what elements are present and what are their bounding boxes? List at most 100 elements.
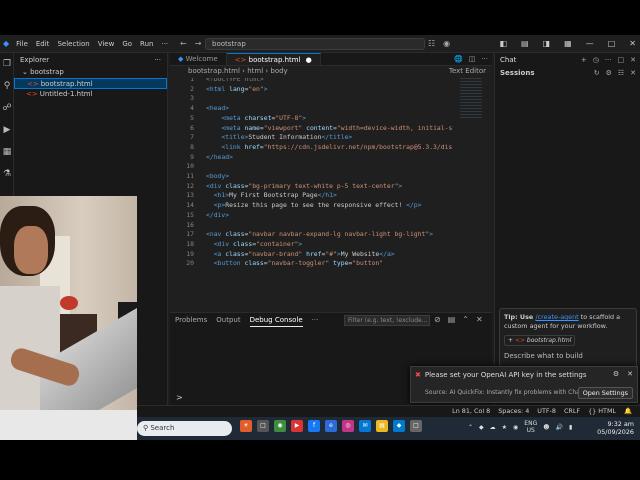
filter-icon[interactable]: ☷ xyxy=(618,67,624,79)
maximize-icon[interactable]: □ xyxy=(608,39,616,48)
tab-more[interactable]: ··· xyxy=(312,313,319,327)
console-prompt[interactable]: > xyxy=(176,393,183,402)
editor-mode-label[interactable]: Text Editor xyxy=(449,66,486,77)
code-line[interactable]: <div class="bg-primary text-white p-5 te… xyxy=(206,182,402,190)
code-line[interactable]: <title>Student Information</title> xyxy=(206,133,352,141)
breadcrumb-body[interactable]: body xyxy=(270,66,287,77)
indentation[interactable]: Spaces: 4 xyxy=(498,406,529,417)
code-line[interactable]: <nav class="navbar navbar-expand-lg navb… xyxy=(206,230,433,238)
code-line[interactable]: <body> xyxy=(206,172,229,180)
code-line[interactable]: <a class="navbar-brand" href="#">My Webs… xyxy=(206,250,395,258)
search-icon[interactable]: ⚲ xyxy=(0,75,14,97)
instagram-icon[interactable]: ◎ xyxy=(342,420,354,432)
encoding[interactable]: UTF-8 xyxy=(537,406,556,417)
refresh-icon[interactable]: ↻ xyxy=(594,67,600,79)
menu-view[interactable]: View xyxy=(94,40,119,48)
bluetooth-icon[interactable]: ★ xyxy=(502,424,507,431)
split-editor-icon[interactable]: ◫ xyxy=(469,53,476,65)
command-search[interactable]: bootstrap xyxy=(205,38,425,50)
menu-go[interactable]: Go xyxy=(118,40,136,48)
menu-file[interactable]: File xyxy=(12,40,32,48)
widgets-icon[interactable]: ☀ xyxy=(240,420,252,432)
maximize-icon[interactable]: □ xyxy=(618,53,625,67)
layout-panel-icon[interactable]: ▤ xyxy=(521,39,529,48)
layout-secondary-icon[interactable]: ◨ xyxy=(543,39,551,48)
customize-layout-icon[interactable]: ▦ xyxy=(564,39,572,48)
code-line[interactable]: <!DOCTYPE html> xyxy=(206,78,264,83)
color-icon[interactable]: ◉ xyxy=(513,424,518,431)
file-item[interactable]: <> bootstrap.html xyxy=(14,78,167,89)
globe-icon[interactable]: 🌐 xyxy=(454,53,463,65)
code-editor[interactable]: 1 <!DOCTYPE html> 2 <html lang="en"> 3 4 <head… xyxy=(170,78,492,311)
source-control-icon[interactable]: ☍ xyxy=(0,97,14,119)
close-icon[interactable]: ✕ xyxy=(630,53,636,67)
testing-icon[interactable]: ⚗ xyxy=(0,163,14,185)
code-line[interactable]: <html lang="en"> xyxy=(206,85,268,93)
tab-output[interactable]: Output xyxy=(216,313,240,327)
code-line[interactable]: <meta name="viewport" content="width=dev… xyxy=(206,124,452,132)
context-chip[interactable]: + <> bootstrap.html xyxy=(504,335,576,346)
onedrive-icon[interactable]: ☁ xyxy=(490,424,496,431)
line-ending[interactable]: CRLF xyxy=(564,406,580,417)
breadcrumb-file[interactable]: bootstrap.html xyxy=(188,66,240,77)
maximize-panel-icon[interactable]: ⌃ xyxy=(462,313,469,327)
dropbox-icon[interactable]: ◆ xyxy=(479,424,484,431)
code-line[interactable]: <head> xyxy=(206,104,229,112)
language-indicator[interactable]: ENG US xyxy=(524,420,537,434)
tab-bootstrap-html[interactable]: <> bootstrap.html ● xyxy=(226,53,321,65)
youtube-icon[interactable]: ▶ xyxy=(291,420,303,432)
edge-icon[interactable]: e xyxy=(325,420,337,432)
tab-welcome[interactable]: ◆ Welcome xyxy=(170,53,227,65)
battery-icon[interactable]: ▮ xyxy=(569,424,572,431)
menu-more[interactable]: ··· xyxy=(157,40,172,48)
code-line[interactable]: <h1>My First Bootstrap Page</h1> xyxy=(206,191,337,199)
open-settings-button[interactable]: Open Settings xyxy=(577,387,633,399)
copilot-icon[interactable]: ☷ xyxy=(428,39,435,48)
create-agent-link[interactable]: /create-agent xyxy=(535,313,578,321)
mail-icon[interactable]: ✉ xyxy=(359,420,371,432)
close-panel-icon[interactable]: ✕ xyxy=(476,313,483,327)
menu-selection[interactable]: Selection xyxy=(53,40,93,48)
vscode-taskbar-icon[interactable]: ◆ xyxy=(393,420,405,432)
code-line[interactable]: <meta charset="UTF-8"> xyxy=(206,114,306,122)
code-line[interactable]: <link href="https://cdn.jsdelivr.net/npm… xyxy=(206,143,452,151)
more-actions-icon[interactable]: ··· xyxy=(605,53,612,67)
history-icon[interactable]: ◷ xyxy=(593,53,599,67)
back-arrow-icon[interactable]: ← xyxy=(180,39,187,48)
task-view-icon[interactable]: □ xyxy=(257,420,269,432)
code-line[interactable]: </div> xyxy=(206,211,229,219)
filter-input[interactable]: Filter (e.g. text, !exclude... xyxy=(344,315,430,326)
chat-input-placeholder[interactable]: Describe what to build xyxy=(504,352,632,360)
app-icon[interactable]: □ xyxy=(410,420,422,432)
minimap[interactable] xyxy=(460,78,482,118)
tab-problems[interactable]: Problems xyxy=(175,313,207,327)
file-item[interactable]: <> Untitled-1.html xyxy=(14,89,167,100)
menu-run[interactable]: Run xyxy=(136,40,157,48)
run-debug-icon[interactable]: ▶ xyxy=(0,119,14,141)
unsaved-dot-icon[interactable]: ● xyxy=(306,56,312,64)
forward-arrow-icon[interactable]: → xyxy=(195,39,202,48)
bell-icon[interactable]: 🔔 xyxy=(624,406,632,417)
extensions-icon[interactable]: ▦ xyxy=(0,141,14,163)
layout-sidebar-icon[interactable]: ◧ xyxy=(499,39,507,48)
file-explorer-icon[interactable]: ▤ xyxy=(376,420,388,432)
taskbar-search[interactable]: ⚲ Search xyxy=(137,421,232,436)
minimize-icon[interactable]: — xyxy=(586,39,594,48)
more-actions-icon[interactable]: ··· xyxy=(154,53,161,67)
code-line[interactable]: <div class="container"> xyxy=(206,240,303,248)
explorer-icon[interactable]: ❐ xyxy=(0,53,14,75)
volume-icon[interactable]: 🔊 xyxy=(556,424,563,431)
clear-console-icon[interactable]: ⊘ xyxy=(434,313,441,327)
code-line[interactable]: </head> xyxy=(206,153,233,161)
more-actions-icon[interactable]: ··· xyxy=(481,53,488,65)
taskbar-clock[interactable]: 9:32 am 05/09/2026 xyxy=(597,420,634,436)
collapse-icon[interactable]: ✕ xyxy=(630,67,636,79)
breadcrumb-html[interactable]: html xyxy=(247,66,263,77)
chevron-up-icon[interactable]: ⌃ xyxy=(468,424,473,431)
close-icon[interactable]: ✕ xyxy=(627,370,633,378)
wifi-icon[interactable]: ☻ xyxy=(543,424,549,431)
tab-debug-console[interactable]: Debug Console xyxy=(249,313,303,327)
chrome-icon[interactable]: ◉ xyxy=(274,420,286,432)
cursor-position[interactable]: Ln 81, Col 8 xyxy=(452,406,490,417)
settings-gear-icon[interactable]: ⚙ xyxy=(606,67,612,79)
